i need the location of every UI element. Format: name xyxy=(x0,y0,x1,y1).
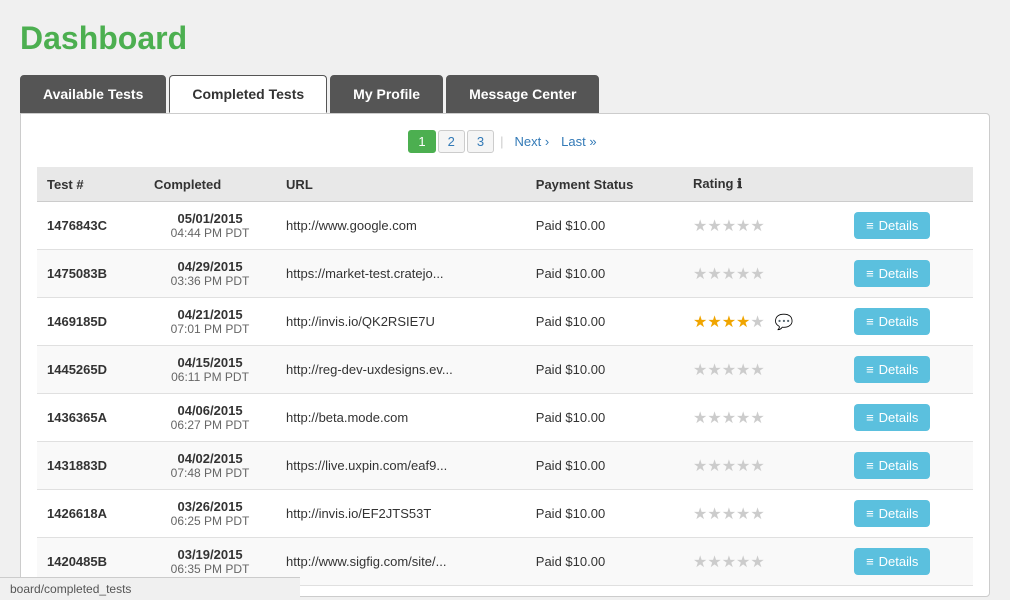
stars: ★★★★★ xyxy=(693,504,765,524)
page-btn-1[interactable]: 1 xyxy=(408,130,435,153)
test-url: https://live.uxpin.com/eaf9... xyxy=(276,442,526,490)
action-cell: ≡ Details xyxy=(844,346,973,394)
table-row: 1469185D 04/21/2015 07:01 PM PDT http://… xyxy=(37,298,973,346)
rating-cell: ★★★★★ xyxy=(683,346,844,394)
test-url: http://www.sigfig.com/site/... xyxy=(276,538,526,586)
payment-status: Paid $10.00 xyxy=(526,298,683,346)
test-url: http://beta.mode.com xyxy=(276,394,526,442)
test-number: 1436365A xyxy=(37,394,144,442)
test-number: 1475083B xyxy=(37,250,144,298)
table-row: 1445265D 04/15/2015 06:11 PM PDT http://… xyxy=(37,346,973,394)
rating-cell: ★★★★★ 💬 xyxy=(683,298,844,346)
list-icon: ≡ xyxy=(866,458,874,473)
page-btn-next[interactable]: Next › xyxy=(510,131,555,152)
table-row: 1431883D 04/02/2015 07:48 PM PDT https:/… xyxy=(37,442,973,490)
details-button[interactable]: ≡ Details xyxy=(854,404,930,431)
stars: ★★★★★ xyxy=(693,456,765,476)
action-cell: ≡ Details xyxy=(844,202,973,250)
details-button[interactable]: ≡ Details xyxy=(854,308,930,335)
list-icon: ≡ xyxy=(866,266,874,281)
details-button[interactable]: ≡ Details xyxy=(854,548,930,575)
page-btn-2[interactable]: 2 xyxy=(438,130,465,153)
details-button[interactable]: ≡ Details xyxy=(854,260,930,287)
test-number: 1426618A xyxy=(37,490,144,538)
test-url: https://market-test.cratejo... xyxy=(276,250,526,298)
status-bar: board/completed_tests xyxy=(0,577,300,600)
payment-status: Paid $10.00 xyxy=(526,538,683,586)
col-test: Test # xyxy=(37,167,144,202)
table-row: 1426618A 03/26/2015 06:25 PM PDT http://… xyxy=(37,490,973,538)
payment-status: Paid $10.00 xyxy=(526,442,683,490)
payment-status: Paid $10.00 xyxy=(526,490,683,538)
payment-status: Paid $10.00 xyxy=(526,394,683,442)
list-icon: ≡ xyxy=(866,554,874,569)
test-url: http://www.google.com xyxy=(276,202,526,250)
rating-cell: ★★★★★ xyxy=(683,250,844,298)
tab-profile[interactable]: My Profile xyxy=(330,75,443,113)
test-number: 1445265D xyxy=(37,346,144,394)
comment-icon: 💬 xyxy=(775,313,794,331)
test-url: http://invis.io/QK2RSIE7U xyxy=(276,298,526,346)
page-btn-last[interactable]: Last » xyxy=(556,131,601,152)
list-icon: ≡ xyxy=(866,314,874,329)
col-action xyxy=(844,167,973,202)
details-button[interactable]: ≡ Details xyxy=(854,356,930,383)
list-icon: ≡ xyxy=(866,218,874,233)
action-cell: ≡ Details xyxy=(844,538,973,586)
list-icon: ≡ xyxy=(866,362,874,377)
details-button[interactable]: ≡ Details xyxy=(854,212,930,239)
col-completed: Completed xyxy=(144,167,276,202)
payment-status: Paid $10.00 xyxy=(526,202,683,250)
test-number: 1431883D xyxy=(37,442,144,490)
test-number: 1469185D xyxy=(37,298,144,346)
page-title: Dashboard xyxy=(20,20,990,57)
completed-date: 04/15/2015 06:11 PM PDT xyxy=(144,346,276,394)
tab-bar: Available Tests Completed Tests My Profi… xyxy=(20,75,990,113)
col-url: URL xyxy=(276,167,526,202)
rating-cell: ★★★★★ xyxy=(683,490,844,538)
action-cell: ≡ Details xyxy=(844,490,973,538)
list-icon: ≡ xyxy=(866,506,874,521)
stars: ★★★★★ xyxy=(693,216,765,236)
stars: ★★★★★ xyxy=(693,408,765,428)
table-row: 1436365A 04/06/2015 06:27 PM PDT http://… xyxy=(37,394,973,442)
action-cell: ≡ Details xyxy=(844,250,973,298)
test-url: http://reg-dev-uxdesigns.ev... xyxy=(276,346,526,394)
tab-available[interactable]: Available Tests xyxy=(20,75,166,113)
details-button[interactable]: ≡ Details xyxy=(854,500,930,527)
completed-date: 04/06/2015 06:27 PM PDT xyxy=(144,394,276,442)
completed-date: 05/01/2015 04:44 PM PDT xyxy=(144,202,276,250)
table-row: 1476843C 05/01/2015 04:44 PM PDT http://… xyxy=(37,202,973,250)
action-cell: ≡ Details xyxy=(844,394,973,442)
action-cell: ≡ Details xyxy=(844,442,973,490)
test-url: http://invis.io/EF2JTS53T xyxy=(276,490,526,538)
col-payment: Payment Status xyxy=(526,167,683,202)
rating-cell: ★★★★★ xyxy=(683,442,844,490)
rating-cell: ★★★★★ xyxy=(683,394,844,442)
payment-status: Paid $10.00 xyxy=(526,250,683,298)
tab-completed[interactable]: Completed Tests xyxy=(169,75,327,113)
content-area: 1 2 3 | Next › Last » Test # Completed U… xyxy=(20,113,990,597)
tab-messages[interactable]: Message Center xyxy=(446,75,599,113)
table-row: 1475083B 04/29/2015 03:36 PM PDT https:/… xyxy=(37,250,973,298)
completed-date: 04/29/2015 03:36 PM PDT xyxy=(144,250,276,298)
completed-date: 03/26/2015 06:25 PM PDT xyxy=(144,490,276,538)
list-icon: ≡ xyxy=(866,410,874,425)
test-number: 1476843C xyxy=(37,202,144,250)
details-button[interactable]: ≡ Details xyxy=(854,452,930,479)
col-rating: Rating ℹ xyxy=(683,167,844,202)
completed-date: 04/21/2015 07:01 PM PDT xyxy=(144,298,276,346)
stars: ★★★★★ xyxy=(693,312,765,332)
rating-cell: ★★★★★ xyxy=(683,202,844,250)
stars: ★★★★★ xyxy=(693,264,765,284)
payment-status: Paid $10.00 xyxy=(526,346,683,394)
pagination: 1 2 3 | Next › Last » xyxy=(37,130,973,153)
stars: ★★★★★ xyxy=(693,552,765,572)
completed-date: 04/02/2015 07:48 PM PDT xyxy=(144,442,276,490)
action-cell: ≡ Details xyxy=(844,298,973,346)
rating-cell: ★★★★★ xyxy=(683,538,844,586)
stars: ★★★★★ xyxy=(693,360,765,380)
tests-table: Test # Completed URL Payment Status Rati… xyxy=(37,167,973,586)
page-btn-3[interactable]: 3 xyxy=(467,130,494,153)
